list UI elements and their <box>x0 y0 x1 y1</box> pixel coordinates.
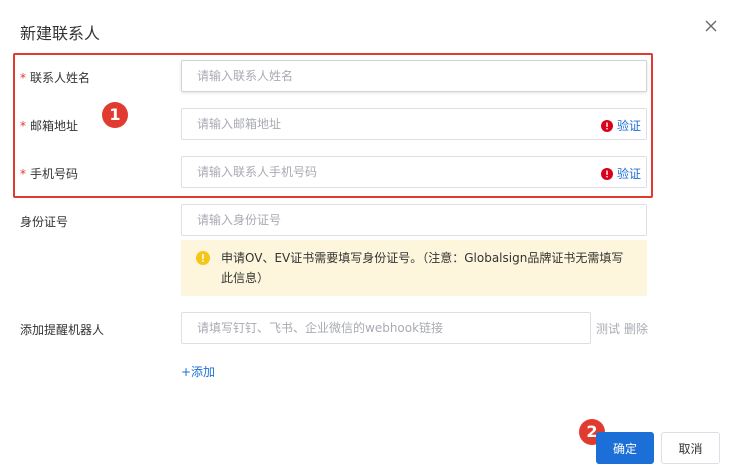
phone-verify: 验证 <box>601 165 641 182</box>
webhook-input[interactable] <box>181 312 591 344</box>
id-number-label: 身份证号 <box>20 215 69 229</box>
id-notice-text: 申请OV、EV证书需要填写身份证号。（注意：Globalsign品牌证书无需填写… <box>221 251 624 285</box>
email-verify: 验证 <box>601 117 641 134</box>
contact-name-input[interactable] <box>181 60 647 92</box>
delete-webhook-link[interactable]: 删除 <box>624 320 648 337</box>
cancel-button[interactable]: 取消 <box>661 432 720 464</box>
warning-icon <box>196 251 210 265</box>
error-icon <box>601 167 613 180</box>
id-notice-alert: 申请OV、EV证书需要填写身份证号。（注意：Globalsign品牌证书无需填写… <box>181 240 647 296</box>
email-label: * 邮箱地址 <box>20 119 79 133</box>
test-webhook-link[interactable]: 测试 <box>596 320 620 337</box>
id-number-input[interactable] <box>181 204 647 236</box>
confirm-button[interactable]: 确定 <box>596 432 654 464</box>
add-robot-link[interactable]: +添加 <box>181 363 215 380</box>
name-label: * 联系人姓名 <box>20 71 91 85</box>
email-verify-link[interactable]: 验证 <box>617 117 641 134</box>
required-mark: * <box>20 71 26 85</box>
phone-input[interactable] <box>181 156 647 188</box>
email-input[interactable] <box>181 108 647 140</box>
required-mark: * <box>20 119 26 133</box>
phone-label: * 手机号码 <box>20 167 79 181</box>
error-icon <box>601 119 613 132</box>
required-mark: * <box>20 167 26 181</box>
phone-verify-link[interactable]: 验证 <box>617 165 641 182</box>
robot-label: 添加提醒机器人 <box>20 323 105 337</box>
robot-actions: 测试 删除 <box>596 320 648 337</box>
close-icon[interactable] <box>704 19 720 35</box>
annotation-badge-1: 1 <box>102 102 128 128</box>
dialog-title: 新建联系人 <box>20 24 101 43</box>
